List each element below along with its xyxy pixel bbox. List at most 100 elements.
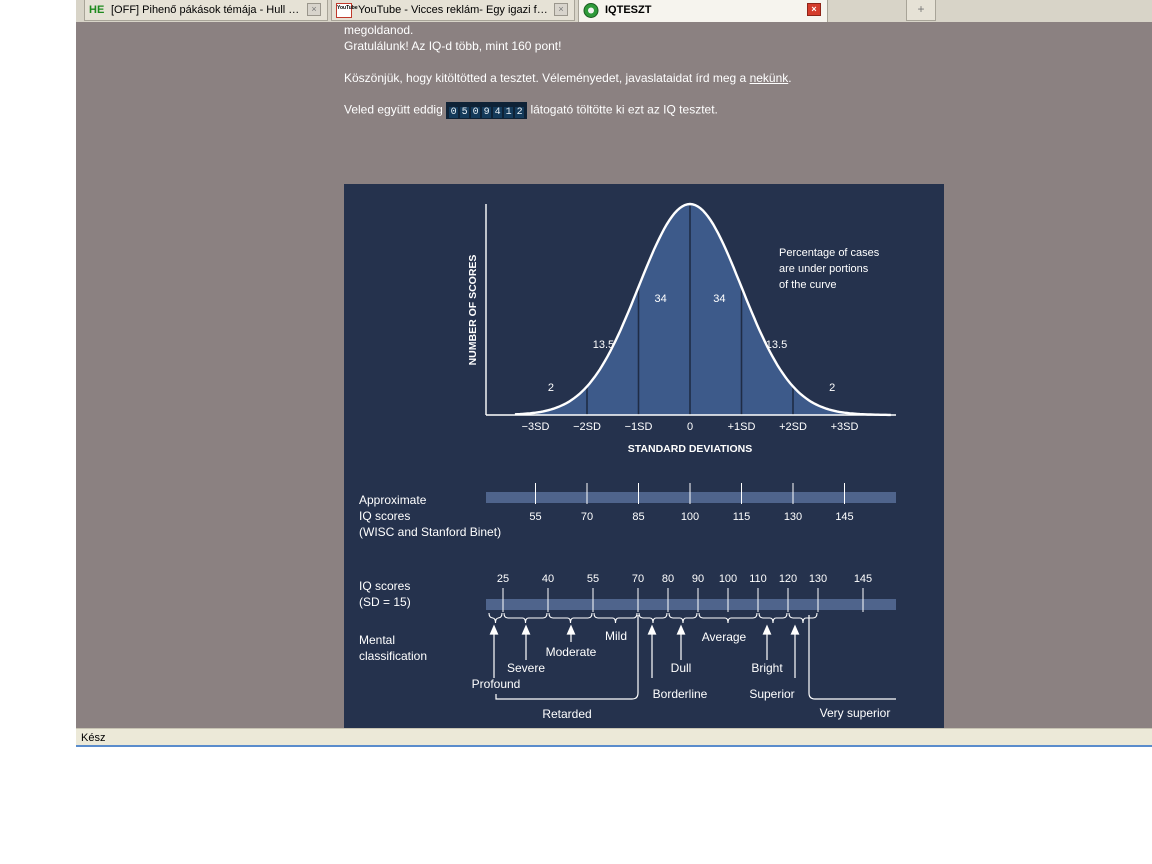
iq-label: IQ scores — [359, 579, 410, 593]
mental-label: classification — [359, 649, 427, 663]
counter-digit: 5 — [460, 107, 470, 118]
class-brace — [668, 612, 698, 624]
iq-score-label: 100 — [719, 573, 737, 585]
class-superior: Superior — [749, 687, 794, 701]
counter-post: látogató töltötte ki ezt az IQ tesztet. — [530, 102, 718, 117]
arrow-up-icon — [566, 624, 576, 635]
iq-score-label: 110 — [749, 573, 767, 585]
class-brace — [593, 612, 638, 624]
arrow-up-icon — [647, 624, 657, 635]
iq-score-label: 40 — [542, 573, 554, 585]
tab-forum[interactable]: HE [OFF] Pihenő pákások témája - Hull a … — [84, 0, 328, 21]
status-bar: Kész — [76, 728, 1152, 747]
percent-label: 34 — [713, 293, 725, 305]
very-superior-bracket — [808, 615, 896, 700]
class-borderline: Borderline — [653, 687, 708, 701]
counter-pre: Veled együtt eddig — [344, 102, 443, 117]
x-tick-label: +2SD — [779, 421, 807, 433]
annotation-line: of the curve — [779, 279, 836, 291]
approx-score-label: 115 — [733, 511, 751, 523]
iq-score-label: 70 — [632, 573, 644, 585]
approx-label: Approximate — [359, 493, 427, 507]
iq-favicon-icon — [583, 3, 599, 18]
tab-iqteszt[interactable]: IQTESZT × — [578, 0, 828, 22]
iq-label: (SD = 15) — [359, 595, 411, 609]
tab-title: YouTube - Vicces reklám- Egy igazi férf.… — [358, 4, 550, 16]
percent-label: 2 — [829, 382, 835, 394]
class-brace — [638, 612, 668, 624]
counter-digit: 2 — [515, 107, 525, 118]
iq-score-label: 90 — [692, 573, 704, 585]
annotation-line: Percentage of cases — [779, 247, 880, 259]
iq-chart-svg: 2 13.5 34 34 13.5 2 −3SD −2SD −1SD 0 +1SD +2SD +3SD… — [359, 202, 896, 721]
iq-score-label: 130 — [809, 573, 827, 585]
counter-digit: 1 — [504, 107, 514, 118]
arrow-up-icon — [762, 624, 772, 635]
close-tab-icon[interactable]: × — [307, 3, 321, 16]
x-tick-label: +1SD — [728, 421, 756, 433]
arrow-up-icon — [790, 624, 800, 635]
approx-score-label: 145 — [835, 511, 853, 523]
thanks-post: . — [788, 71, 792, 85]
iq-score-label: 80 — [662, 573, 674, 585]
class-brace — [488, 612, 503, 624]
counter-digit: 9 — [482, 107, 492, 118]
iq-score-label: 145 — [854, 573, 872, 585]
approx-score-label: 70 — [581, 511, 593, 523]
iq-score-label: 120 — [779, 573, 797, 585]
arrow-up-icon — [521, 624, 531, 635]
percent-label: 13.5 — [593, 339, 614, 351]
visitor-counter-text: Veled együtt eddig 0509412 látogató tölt… — [344, 102, 718, 119]
class-profound: Profound — [472, 677, 521, 691]
x-tick-label: 0 — [687, 421, 693, 433]
visitor-counter: 0509412 — [446, 102, 528, 119]
new-tab-button[interactable]: + — [906, 0, 936, 21]
arrow-up-icon — [489, 624, 499, 635]
approx-score-label: 55 — [529, 511, 541, 523]
result-text-line: megoldanod. — [344, 23, 414, 37]
counter-digit: 4 — [493, 107, 503, 118]
contact-link[interactable]: nekünk — [750, 71, 789, 85]
thanks-text: Köszönjük, hogy kitöltötted a tesztet. V… — [344, 71, 792, 85]
approx-score-label: 100 — [681, 511, 699, 523]
approx-label: (WISC and Stanford Binet) — [359, 525, 501, 539]
close-tab-icon[interactable]: × — [554, 3, 568, 16]
tab-title: [OFF] Pihenő pákások témája - Hull a h..… — [111, 4, 303, 16]
class-mild: Mild — [605, 629, 627, 643]
favicon-text: HE — [89, 4, 105, 16]
iq-score-label: 55 — [587, 573, 599, 585]
tab-bar: HE [OFF] Pihenő pákások témája - Hull a … — [76, 0, 1152, 23]
class-very-superior: Very superior — [820, 706, 891, 720]
approx-score-label: 85 — [632, 511, 644, 523]
approx-score-bar — [486, 492, 896, 503]
class-brace — [503, 612, 548, 624]
counter-digit: 0 — [449, 107, 459, 118]
close-tab-icon[interactable]: × — [807, 3, 821, 16]
thanks-pre: Köszönjük, hogy kitöltötted a tesztet. V… — [344, 71, 750, 85]
class-retarded: Retarded — [542, 707, 591, 721]
approx-score-label: 130 — [784, 511, 802, 523]
tab-youtube[interactable]: YouTube YouTube - Vicces reklám- Egy iga… — [331, 0, 575, 21]
congrats-text: Gratulálunk! Az IQ-d több, mint 160 pont… — [344, 39, 562, 53]
iq-distribution-chart: 2 13.5 34 34 13.5 2 −3SD −2SD −1SD 0 +1SD +2SD +3SD… — [344, 184, 944, 728]
percent-label: 34 — [655, 293, 667, 305]
curve-segment — [638, 204, 690, 415]
he-favicon-icon: HE — [89, 3, 105, 18]
page-content: megoldanod. Gratulálunk! Az IQ-d több, m… — [76, 22, 1152, 728]
mental-label: Mental — [359, 633, 395, 647]
class-brace — [788, 612, 818, 624]
x-tick-label: −3SD — [522, 421, 550, 433]
x-tick-label: −1SD — [625, 421, 653, 433]
counter-digit: 0 — [471, 107, 481, 118]
x-tick-label: +3SD — [831, 421, 859, 433]
class-brace — [758, 612, 788, 624]
y-axis-title: NUMBER OF SCORES — [467, 255, 479, 366]
class-dull: Dull — [671, 661, 692, 675]
tab-title: IQTESZT — [605, 4, 652, 16]
class-bright: Bright — [751, 661, 783, 675]
percent-label: 2 — [548, 382, 554, 394]
class-average: Average — [702, 630, 747, 644]
class-moderate: Moderate — [546, 645, 597, 659]
curve-segment — [690, 204, 742, 415]
class-brace — [698, 612, 758, 624]
